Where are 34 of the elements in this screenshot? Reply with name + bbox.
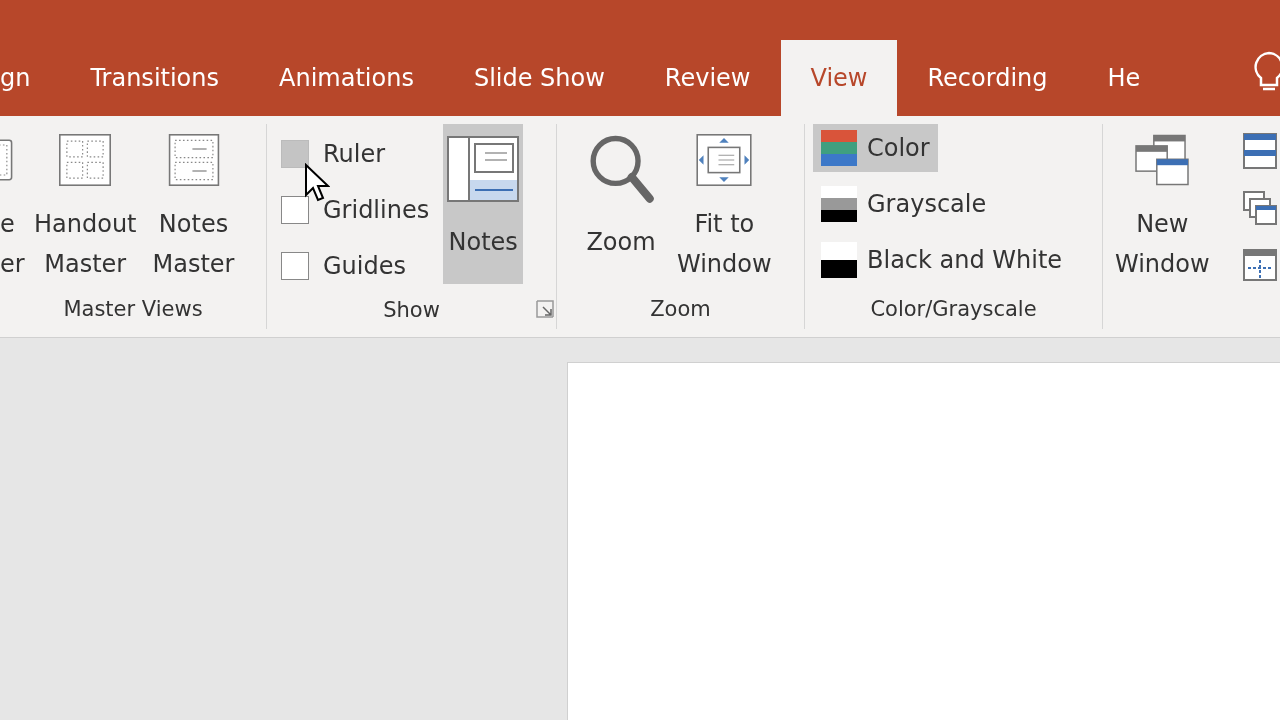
ribbon-button[interactable]: Notes <box>443 124 524 284</box>
ribbon-button[interactable]: Notes Master <box>148 124 239 284</box>
group-label: Color/Grayscale <box>870 297 1037 321</box>
ribbon-tab[interactable]: View <box>780 40 898 116</box>
ribbon-tab[interactable]: Recording <box>897 40 1078 116</box>
checkbox-label: Guides <box>323 252 406 280</box>
group-label: Zoom <box>650 297 711 321</box>
color-mode-option[interactable]: Black and White <box>813 236 1071 284</box>
checkbox[interactable] <box>281 252 309 280</box>
group-label: Show <box>383 297 440 322</box>
ribbon-button[interactable]: Zoom <box>581 124 661 284</box>
ribbon-tab[interactable]: He <box>1077 40 1171 116</box>
checkbox-label: Ruler <box>323 140 386 168</box>
checkbox[interactable] <box>281 196 309 224</box>
ribbon-button[interactable]: New Window <box>1111 124 1214 284</box>
swatch-icon <box>821 242 857 278</box>
ribbon-button[interactable]: Handout Master <box>30 124 141 284</box>
ribbon-tab[interactable]: Transitions <box>60 40 250 116</box>
swatch-icon <box>821 130 857 166</box>
swatch-icon <box>821 186 857 222</box>
ribbon-button[interactable]: Fit to Window <box>673 124 776 284</box>
arrange-all-icon[interactable] <box>1242 132 1278 170</box>
group-label: Master Views <box>63 297 203 321</box>
ribbon-tab[interactable]: Review <box>634 40 781 116</box>
color-mode-option[interactable]: Color <box>813 124 938 172</box>
ribbon-tab[interactable]: Slide Show <box>443 40 635 116</box>
dialog-launcher-icon <box>536 300 554 318</box>
notes-view-icon <box>447 134 520 204</box>
cascade-icon[interactable] <box>1242 190 1278 228</box>
ribbon-tab[interactable]: gn <box>0 40 61 116</box>
checkbox[interactable] <box>281 140 309 168</box>
color-mode-option[interactable]: Grayscale <box>813 180 995 228</box>
ribbon-tab[interactable]: Animations <box>249 40 444 116</box>
checkbox-label: Gridlines <box>323 196 430 224</box>
